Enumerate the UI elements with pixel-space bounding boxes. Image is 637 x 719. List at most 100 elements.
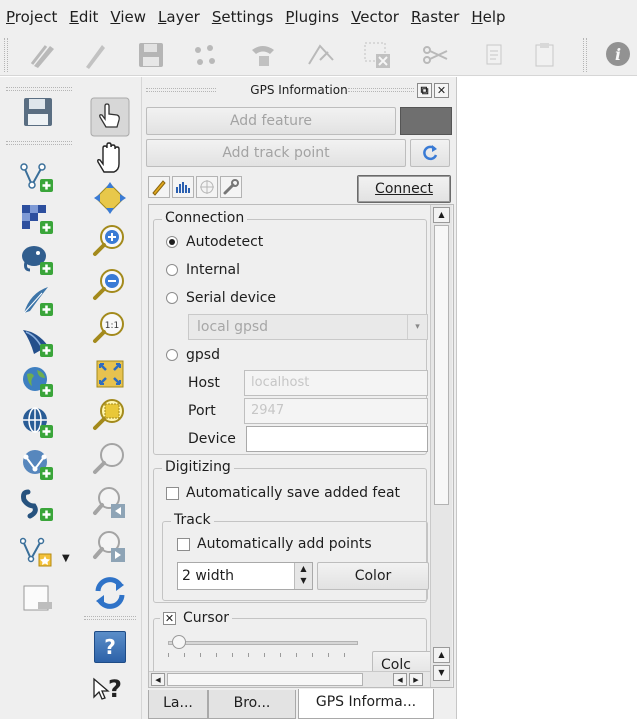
save-project-icon[interactable] xyxy=(20,94,56,130)
menu-vector[interactable]: Vector xyxy=(351,8,399,26)
zoom-out-icon[interactable] xyxy=(92,267,128,303)
slider-handle[interactable] xyxy=(172,635,186,649)
scroll-right-arrow[interactable]: ▶ xyxy=(409,673,423,686)
track-width-spinbox[interactable]: 2 width ▲ ▼ xyxy=(177,562,313,590)
add-wms-layer-icon[interactable] xyxy=(20,364,56,400)
zoom-native-resolution-icon[interactable]: 1:1 xyxy=(92,310,128,346)
auto-add-points-checkbox[interactable] xyxy=(177,537,190,551)
close-dock-button[interactable]: ✕ xyxy=(434,83,449,98)
scroll-left-arrow[interactable]: ◀ xyxy=(151,673,165,686)
tab-layers[interactable]: La... xyxy=(148,690,208,719)
menu-raster[interactable]: Raster xyxy=(411,8,459,26)
touch-zoom-pan-icon[interactable] xyxy=(90,97,130,137)
toggle-editing-icon[interactable] xyxy=(78,40,108,70)
internal-label: Internal xyxy=(186,262,240,278)
menu-project[interactable]: Project xyxy=(6,8,57,26)
scroll-thumb[interactable] xyxy=(434,225,449,505)
whats-this-button[interactable]: ? xyxy=(92,673,132,709)
add-raster-layer-icon[interactable] xyxy=(20,201,56,237)
zoom-to-selection-icon[interactable] xyxy=(92,397,128,433)
auto-save-checkbox-row[interactable]: Automatically save added feat xyxy=(166,485,400,501)
add-mssql-layer-icon[interactable] xyxy=(20,324,56,360)
toolbar-grip[interactable] xyxy=(4,38,8,72)
current-edits-icon[interactable] xyxy=(28,40,58,70)
track-color-button[interactable]: Color xyxy=(317,562,429,590)
toolbar-grip[interactable] xyxy=(84,616,136,620)
toolbar-grip[interactable] xyxy=(6,87,72,91)
radio-autodetect[interactable]: Autodetect xyxy=(166,234,263,250)
zoom-full-icon[interactable] xyxy=(92,356,128,392)
auto-add-points-row[interactable]: Automatically add points xyxy=(177,536,372,552)
toolbar-grip[interactable] xyxy=(6,141,72,145)
serial-device-select[interactable]: local gpsd ▾ xyxy=(188,314,428,340)
add-wfs-layer-icon[interactable] xyxy=(20,447,56,483)
scroll-left-arrow[interactable]: ◀ xyxy=(393,673,407,686)
menu-help[interactable]: Help xyxy=(471,8,505,26)
zoom-last-icon[interactable] xyxy=(92,485,128,521)
vertical-scrollbar[interactable]: ▲ ▲ ▼ xyxy=(430,205,452,687)
copy-features-icon[interactable] xyxy=(480,40,510,70)
zoom-in-icon[interactable] xyxy=(92,223,128,259)
tab-gps-information[interactable]: GPS Informa... xyxy=(298,689,434,719)
pan-map-icon[interactable] xyxy=(92,140,128,176)
track-color-swatch[interactable] xyxy=(400,107,452,135)
horizontal-scrollbar[interactable]: ◀ ◀ ▶ xyxy=(149,671,430,687)
tab-options[interactable] xyxy=(220,176,242,198)
cursor-size-slider[interactable] xyxy=(168,635,358,659)
add-feature-button[interactable]: Add feature xyxy=(146,107,396,135)
save-layer-edits-icon[interactable] xyxy=(136,40,166,70)
help-contents-button[interactable]: ? xyxy=(94,631,126,663)
add-wcs-layer-icon[interactable] xyxy=(20,405,56,441)
radio-serial-device[interactable]: Serial device xyxy=(166,290,276,306)
add-delimited-text-layer-icon[interactable] xyxy=(20,488,56,524)
menu-settings[interactable]: Settings xyxy=(212,8,274,26)
port-input[interactable]: 2947 xyxy=(244,398,428,424)
toolbar-grip[interactable] xyxy=(583,38,587,72)
menu-plugins[interactable]: Plugins xyxy=(285,8,339,26)
host-input[interactable]: localhost xyxy=(244,370,428,396)
reset-track-button[interactable] xyxy=(410,139,450,167)
chevron-down-icon[interactable]: ▼ xyxy=(62,553,70,564)
identify-icon[interactable]: i xyxy=(604,40,634,70)
node-tool-icon[interactable] xyxy=(306,40,336,70)
pan-to-selection-icon[interactable] xyxy=(92,180,128,216)
scroll-down-arrow[interactable]: ▼ xyxy=(433,665,450,681)
scroll-up-arrow[interactable]: ▲ xyxy=(433,647,450,663)
add-postgis-layer-icon[interactable] xyxy=(20,242,56,278)
menu-bar: Project Edit View Layer Settings Plugins… xyxy=(0,0,637,34)
auto-save-checkbox[interactable] xyxy=(166,486,179,500)
add-vector-layer-icon[interactable] xyxy=(20,159,56,195)
paste-features-icon[interactable] xyxy=(530,40,560,70)
device-input[interactable] xyxy=(246,426,428,452)
tab-position[interactable] xyxy=(148,176,170,198)
remove-layer-icon[interactable] xyxy=(20,582,56,618)
new-shapefile-layer-icon[interactable] xyxy=(20,533,56,569)
add-track-point-button[interactable]: Add track point xyxy=(146,139,406,167)
cursor-checkbox-row[interactable]: ✕ Cursor xyxy=(160,610,233,626)
radio-gpsd[interactable]: gpsd xyxy=(166,347,220,363)
float-dock-button[interactable]: ⧉ xyxy=(417,83,432,98)
radio-internal[interactable]: Internal xyxy=(166,262,240,278)
tab-browser[interactable]: Bro... xyxy=(208,690,296,719)
menu-layer[interactable]: Layer xyxy=(158,8,200,26)
refresh-icon[interactable] xyxy=(92,575,128,611)
tab-satellites[interactable] xyxy=(196,176,218,198)
scroll-thumb[interactable] xyxy=(167,673,363,686)
spin-arrows-icon[interactable]: ▲ ▼ xyxy=(294,563,312,589)
connection-group-title: Connection xyxy=(162,210,248,226)
move-feature-icon[interactable] xyxy=(248,40,278,70)
add-feature-icon[interactable] xyxy=(190,40,220,70)
zoom-next-icon[interactable] xyxy=(92,529,128,565)
map-canvas[interactable] xyxy=(456,77,637,719)
tab-signal[interactable] xyxy=(172,176,194,198)
zoom-to-layer-icon[interactable] xyxy=(92,441,128,477)
scroll-up-arrow[interactable]: ▲ xyxy=(433,207,450,223)
add-spatialite-layer-icon[interactable] xyxy=(20,283,56,319)
connect-button[interactable]: Connect xyxy=(357,175,451,203)
cut-features-icon[interactable] xyxy=(420,40,450,70)
delete-selected-icon[interactable] xyxy=(362,40,392,70)
cursor-checkbox[interactable]: ✕ xyxy=(163,611,176,625)
menu-view[interactable]: View xyxy=(110,8,146,26)
menu-edit[interactable]: Edit xyxy=(69,8,98,26)
dock-titlebar[interactable]: GPS Information ⧉ ✕ xyxy=(142,81,456,103)
